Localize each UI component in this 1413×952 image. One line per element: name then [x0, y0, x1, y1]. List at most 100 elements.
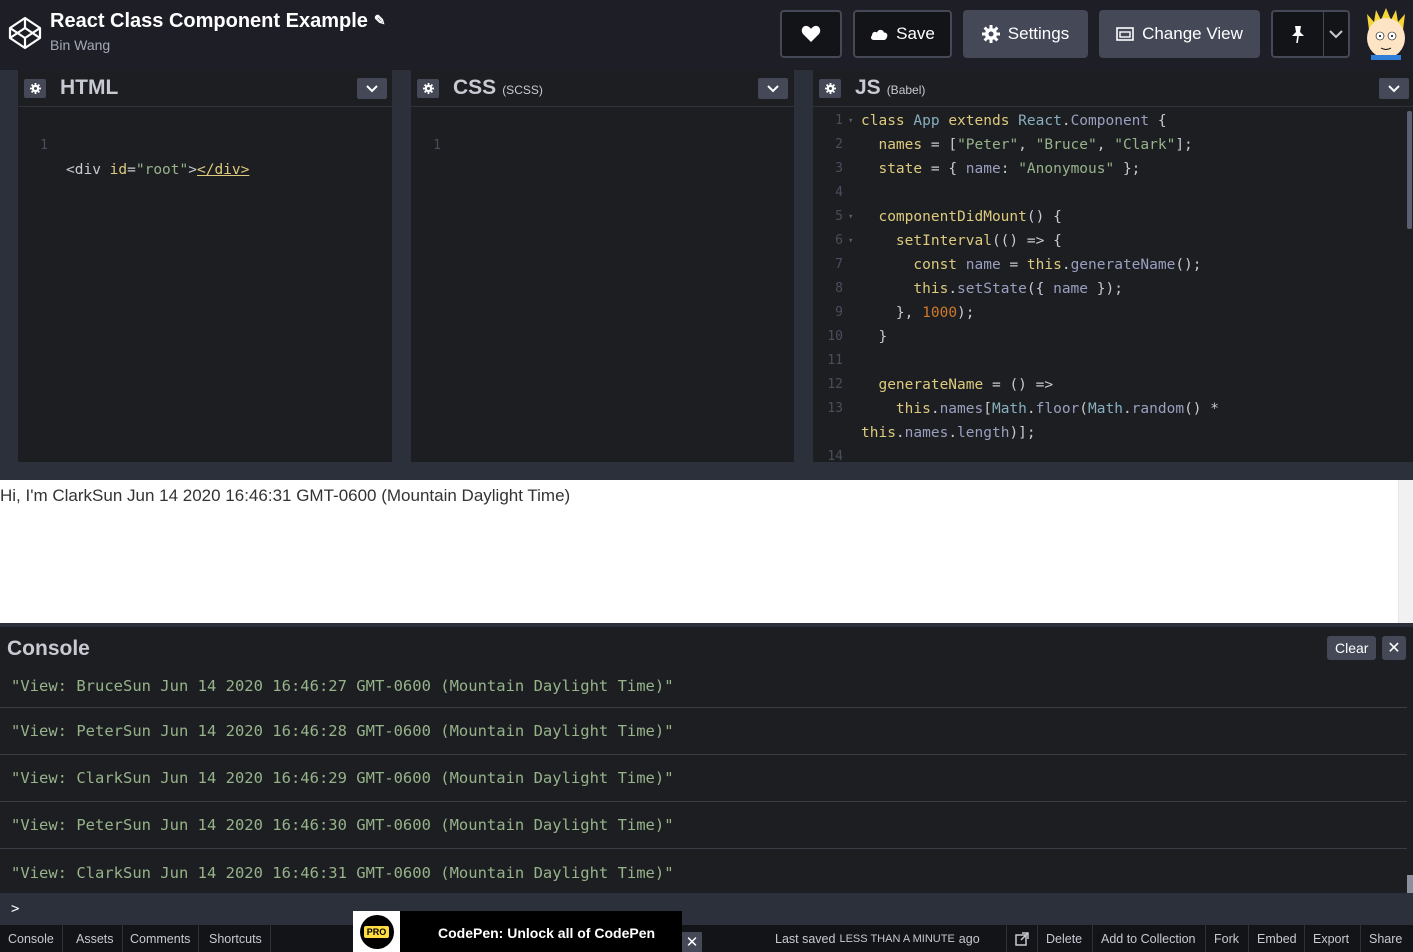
html-editor-header: HTML: [18, 70, 392, 107]
console-close-icon[interactable]: ✕: [1382, 636, 1406, 660]
embed-button[interactable]: Embed: [1248, 925, 1305, 952]
js-editor-title: JS (Babel): [855, 76, 925, 100]
code-line: 8 this.setState({ name });: [813, 277, 1413, 301]
pen-title-text[interactable]: React Class Component Example: [50, 10, 368, 32]
save-button[interactable]: Save: [853, 10, 952, 58]
change-view-button[interactable]: Change View: [1099, 10, 1260, 58]
export-button[interactable]: Export: [1304, 925, 1357, 952]
js-code-area[interactable]: 1 ▾ class App extends React.Component {2 n…: [813, 109, 1413, 469]
code-text: componentDidMount() {: [878, 209, 1062, 225]
user-avatar[interactable]: [1363, 8, 1409, 60]
html-editor-pane: HTML 1 <div id="root"></div>: [18, 70, 392, 462]
console-prompt: >: [11, 901, 20, 917]
line-number: 13: [827, 401, 843, 416]
divider: [1323, 12, 1324, 56]
love-button[interactable]: [780, 10, 842, 58]
line-number: 1: [835, 113, 843, 128]
js-subtitle: (Babel): [886, 83, 926, 97]
code-line: 9 }, 1000);: [813, 301, 1413, 325]
code-line: 1 ▾ class App extends React.Component {: [813, 109, 1413, 133]
share-button[interactable]: Share: [1360, 925, 1410, 952]
code-text: this.names[Math.floor(Math.random() *: [895, 401, 1219, 417]
settings-button[interactable]: Settings: [963, 10, 1088, 58]
code-line: this.names.length)];: [813, 421, 1413, 445]
change-view-label: Change View: [1142, 24, 1243, 43]
settings-button-label: Settings: [1007, 24, 1070, 43]
line-number: 9: [835, 305, 843, 320]
console-title: Console: [7, 637, 90, 660]
js-editor-scrollbar[interactable]: [1405, 107, 1413, 462]
line-number: 3: [835, 161, 843, 176]
pin-button[interactable]: [1271, 10, 1350, 58]
console-input[interactable]: >: [0, 893, 1413, 926]
html-editor-title: HTML: [60, 76, 118, 100]
save-button-label: Save: [896, 24, 935, 43]
code-text: }, 1000);: [895, 305, 975, 321]
pen-title[interactable]: React Class Component Example ✎: [50, 10, 386, 33]
console-scroll-thumb[interactable]: [1407, 875, 1413, 895]
js-scroll-thumb[interactable]: [1407, 111, 1412, 229]
fold-arrow-icon[interactable]: ▾: [848, 109, 853, 133]
chevron-down-icon: [1388, 84, 1400, 92]
code-text: }: [878, 329, 888, 345]
console-log-entry: "View: ClarkSun Jun 14 2020 16:46:31 GMT…: [11, 863, 674, 882]
code-text: generateName = () =>: [878, 377, 1054, 393]
code-line: 3 state = { name: "Anonymous" };: [813, 157, 1413, 181]
footer-console-tab[interactable]: Console: [0, 925, 63, 952]
chevron-down-icon[interactable]: [1329, 30, 1343, 39]
css-settings-button[interactable]: [417, 79, 439, 98]
js-title-text: JS: [855, 76, 881, 99]
js-collapse-button[interactable]: [1379, 78, 1409, 99]
code-line: 11: [813, 349, 1413, 373]
pro-badge-text: PRO: [363, 925, 390, 938]
preview-scrollbar[interactable]: [1398, 480, 1413, 623]
footer-comments-tab[interactable]: Comments: [122, 925, 200, 952]
css-editor-title: CSS (SCSS): [453, 76, 543, 100]
preview-output-text: Hi, I'm ClarkSun Jun 14 2020 16:46:31 GM…: [0, 486, 571, 505]
html-collapse-button[interactable]: [357, 78, 387, 99]
promo-text: CodePen: Unlock all of CodePen: [438, 925, 656, 941]
pro-promo-banner[interactable]: PRO CodePen: Unlock all of CodePen: [353, 911, 682, 952]
html-settings-button[interactable]: [24, 79, 46, 98]
footer-assets-tab[interactable]: Assets: [68, 925, 123, 952]
fold-arrow-icon[interactable]: ▾: [848, 229, 853, 253]
code-line: 2 names = ["Peter", "Bruce", "Clark"];: [813, 133, 1413, 157]
line-number: 12: [827, 377, 843, 392]
console-scrollbar[interactable]: [1407, 665, 1413, 895]
line-number: 11: [827, 353, 843, 368]
editor-area: HTML 1 <div id="root"></div> CSS (SCSS): [0, 70, 1413, 464]
cloud-icon: [871, 29, 888, 40]
js-settings-button[interactable]: [819, 79, 841, 98]
codepen-logo-icon[interactable]: [8, 16, 42, 50]
edit-pencil-icon[interactable]: ✎: [374, 12, 386, 29]
promo-close-icon[interactable]: ✕: [682, 932, 702, 952]
footer-shortcuts-tab[interactable]: Shortcuts: [201, 925, 271, 952]
chevron-down-icon: [366, 84, 378, 92]
line-number: 7: [835, 257, 843, 272]
fork-button[interactable]: Fork: [1205, 925, 1247, 952]
open-external-button[interactable]: [1006, 925, 1037, 952]
css-code-area[interactable]: 1: [411, 110, 794, 153]
line-number: 2: [835, 137, 843, 152]
pro-badge: PRO: [353, 911, 400, 952]
chevron-down-icon: [767, 84, 779, 92]
line-number: 1: [433, 138, 441, 153]
resize-handle[interactable]: [0, 462, 1413, 480]
external-link-icon: [1015, 931, 1029, 946]
css-collapse-button[interactable]: [758, 78, 788, 99]
css-editor-pane: CSS (SCSS) 1: [411, 70, 794, 462]
console-clear-button[interactable]: Clear: [1327, 636, 1377, 660]
code-line: 12 generateName = () =>: [813, 373, 1413, 397]
gear-icon: [29, 83, 41, 94]
code-line: 13 this.names[Math.floor(Math.random() *: [813, 397, 1413, 421]
code-text: state = { name: "Anonymous" };: [878, 161, 1141, 177]
pen-author[interactable]: Bin Wang: [50, 37, 110, 53]
code-line: 6 ▾ setInterval(() => {: [813, 229, 1413, 253]
html-code-area[interactable]: 1 <div id="root"></div>: [18, 110, 392, 178]
fold-arrow-icon[interactable]: ▾: [848, 205, 853, 229]
delete-button[interactable]: Delete: [1037, 925, 1090, 952]
css-editor-header: CSS (SCSS): [411, 70, 794, 107]
heart-icon: [801, 25, 821, 42]
console-log-entry: "View: PeterSun Jun 14 2020 16:46:28 GMT…: [0, 708, 1407, 755]
add-to-collection-button[interactable]: Add to Collection: [1092, 925, 1204, 952]
